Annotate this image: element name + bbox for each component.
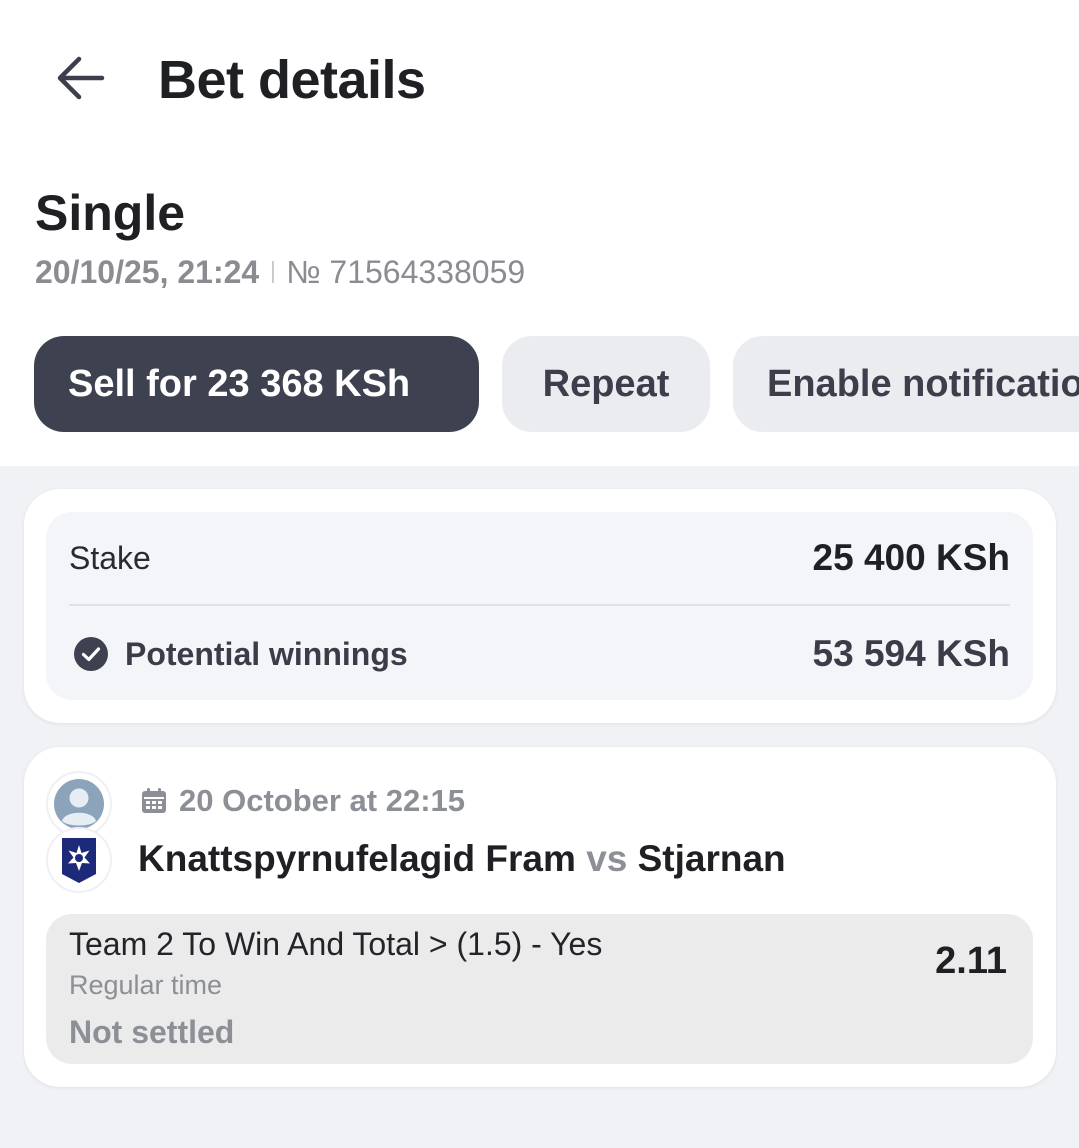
winnings-value: 53 594 KSh	[812, 633, 1010, 674]
winnings-row: Potential winnings 53 594 KSh	[69, 630, 1010, 678]
stake-value: 25 400 KSh	[812, 537, 1010, 578]
match-title[interactable]: Knattspyrnufelagid Fram vs Stjarnan	[138, 837, 786, 881]
team1-name: Knattspyrnufelagid Fram	[138, 838, 576, 879]
repeat-button[interactable]: Repeat	[502, 336, 710, 432]
selection-status: Not settled	[69, 1014, 235, 1050]
selection-market: Team 2 To Win And Total > (1.5) - Yes	[69, 926, 603, 962]
vs-label: vs	[586, 838, 628, 879]
calendar-icon	[140, 787, 168, 815]
bet-type-heading: Single	[35, 185, 186, 241]
back-button[interactable]	[44, 48, 116, 112]
arrow-left-icon	[55, 56, 105, 105]
summary-divider	[69, 604, 1010, 606]
winnings-label-group: Potential winnings	[69, 636, 408, 673]
check-circle-icon	[73, 636, 109, 672]
bet-number: № 71564338059	[286, 253, 526, 290]
header-section: Bet details Single 20/10/25, 21:24 № 715…	[0, 0, 1079, 466]
away-team-logo	[46, 827, 112, 893]
winnings-label: Potential winnings	[125, 635, 408, 672]
bet-date: 20/10/25, 21:24	[35, 253, 260, 290]
sell-button[interactable]: Sell for 23 368 KSh	[34, 336, 479, 432]
selection-odds: 2.11	[935, 940, 1007, 982]
team2-name: Stjarnan	[637, 838, 786, 879]
event-date-text: 20 October at 22:15	[179, 783, 466, 818]
enable-notifications-button[interactable]: Enable notifications	[733, 336, 1079, 432]
selection-period: Regular time	[69, 970, 223, 1000]
page-title: Bet details	[158, 50, 426, 110]
selection-panel: Team 2 To Win And Total > (1.5) - Yes Re…	[46, 914, 1033, 1064]
event-card[interactable]: 20 October at 22:15 Knattspyrnufelagid F…	[24, 747, 1056, 1087]
event-datetime: 20 October at 22:15	[140, 783, 465, 819]
stake-label: Stake	[69, 539, 151, 576]
stake-summary-panel: Stake 25 400 KSh Potential winnings 53 5…	[46, 512, 1033, 700]
action-buttons: Sell for 23 368 KSh Repeat Enable notifi…	[34, 336, 1079, 432]
stake-summary-card: Stake 25 400 KSh Potential winnings 53 5…	[24, 489, 1056, 723]
meta-divider	[272, 261, 275, 283]
stake-row: Stake 25 400 KSh	[69, 534, 1010, 582]
bet-meta: 20/10/25, 21:24 № 71564338059	[35, 252, 525, 292]
